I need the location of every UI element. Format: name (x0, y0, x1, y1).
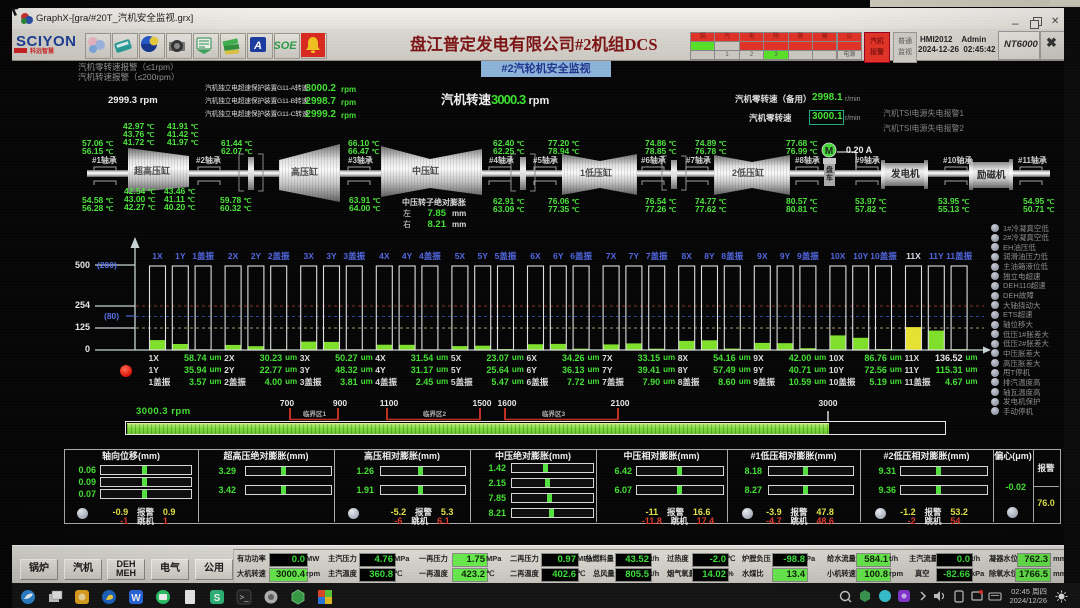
svg-text:W: W (131, 593, 141, 604)
svg-text:>_: >_ (239, 593, 249, 602)
svg-text:S: S (214, 593, 221, 604)
